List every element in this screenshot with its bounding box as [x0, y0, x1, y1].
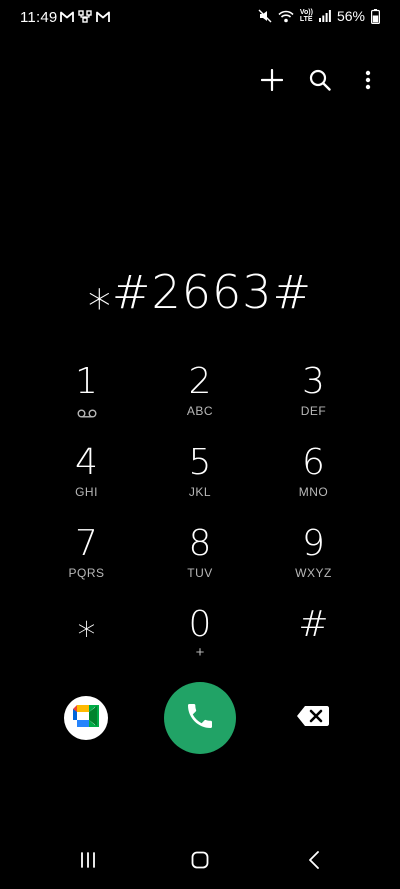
key-0[interactable]: 0 + [143, 601, 257, 682]
key-digit: 4 [75, 442, 98, 483]
key-letters: PQRS [68, 566, 105, 580]
back-icon [308, 850, 320, 874]
key-digit: # [298, 604, 329, 645]
key-star[interactable]: ⁎ [30, 601, 143, 682]
wifi-icon [278, 10, 294, 23]
key-letters: TUV [187, 566, 213, 580]
key-6[interactable]: 6 MNO [257, 439, 370, 520]
voicemail-icon [77, 406, 97, 420]
key-digit: 9 [302, 523, 325, 564]
system-status-icons: Vo)) LTE 56% [258, 8, 380, 24]
battery-icon [371, 8, 380, 24]
recents-button[interactable] [72, 850, 104, 874]
google-meet-icon [71, 704, 101, 733]
search-icon [309, 69, 331, 96]
key-4[interactable]: 4 GHI [30, 439, 143, 520]
video-call-button[interactable] [64, 696, 108, 740]
key-letters: ABC [186, 404, 214, 418]
status-time: 11:49 [20, 9, 58, 26]
dialer-toolbar [258, 66, 382, 98]
key-digit: 5 [188, 442, 212, 483]
key-digit: ⁎ [77, 604, 96, 645]
gmail-icon [60, 10, 74, 28]
key-digit: 6 [302, 442, 325, 483]
battery-percent: 56% [336, 8, 365, 24]
call-button[interactable] [164, 682, 236, 754]
key-letters: DEF [300, 404, 327, 418]
key-digit: 3 [302, 361, 325, 402]
key-3[interactable]: 3 DEF [257, 358, 370, 439]
more-options-button[interactable] [354, 66, 382, 98]
more-icon [365, 70, 371, 95]
backspace-icon [296, 705, 330, 732]
keypad: 1 2 ABC 3 DEF 4 GHI 5 JKL 6 MNO 7 PQRS 8… [30, 358, 370, 682]
backspace-button[interactable] [293, 704, 333, 732]
key-digit: 7 [75, 523, 98, 564]
key-letters: WXYZ [295, 566, 332, 580]
key-9[interactable]: 9 WXYZ [257, 520, 370, 601]
key-digit: 1 [75, 361, 98, 402]
back-button[interactable] [298, 850, 330, 874]
volte-label-top: Vo)) [299, 9, 313, 16]
volte-label-bottom: LTE [299, 16, 313, 23]
key-letters: + [195, 644, 205, 661]
key-letters: JKL [188, 485, 212, 499]
navigation-bar [0, 844, 400, 880]
key-2[interactable]: 2 ABC [143, 358, 257, 439]
key-letters: MNO [298, 485, 329, 499]
dialed-number[interactable]: ⁎#2663# [0, 265, 400, 319]
gmail-icon [96, 10, 110, 28]
add-contact-button[interactable] [258, 66, 286, 98]
dialer-actions [0, 682, 400, 754]
key-digit: 8 [188, 523, 212, 564]
signal-icon [318, 10, 331, 22]
phone-icon [184, 700, 216, 737]
search-button[interactable] [306, 66, 334, 98]
key-letters: GHI [75, 485, 98, 499]
key-8[interactable]: 8 TUV [143, 520, 257, 601]
key-digit: 2 [188, 361, 212, 402]
status-bar: 11:49 Vo)) LTE 56% [0, 0, 400, 36]
notification-icons [60, 10, 110, 28]
recents-icon [79, 851, 97, 874]
key-7[interactable]: 7 PQRS [30, 520, 143, 601]
home-button[interactable] [184, 850, 216, 874]
network-icon [78, 10, 92, 28]
mute-icon [258, 9, 272, 23]
key-1[interactable]: 1 [30, 358, 143, 439]
home-icon [191, 851, 209, 874]
key-5[interactable]: 5 JKL [143, 439, 257, 520]
volte-icon: Vo)) LTE [300, 9, 313, 23]
plus-icon [260, 68, 284, 96]
key-digit: 0 [188, 604, 212, 645]
key-hash[interactable]: # [257, 601, 370, 682]
